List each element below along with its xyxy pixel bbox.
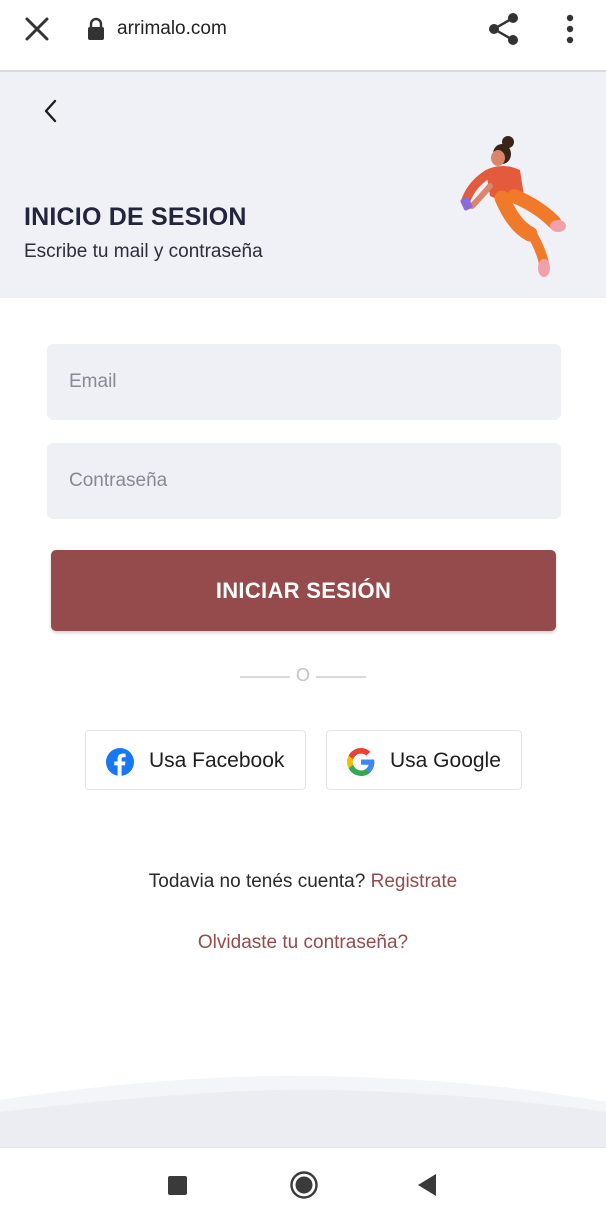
google-login-button[interactable]: Usa Google <box>326 730 522 790</box>
close-icon[interactable] <box>22 14 52 44</box>
browser-toolbar: arrimalo.com <box>0 0 606 72</box>
floating-person-illustration <box>460 136 566 277</box>
signup-link[interactable]: Registrate <box>371 871 458 892</box>
forgot-password-link[interactable]: Olvidaste tu contraseña? <box>0 932 606 954</box>
back-icon[interactable] <box>416 1172 438 1198</box>
page-header: INICIO DE SESION Escribe tu mail y contr… <box>0 72 606 298</box>
home-icon[interactable] <box>289 1170 319 1200</box>
password-field[interactable] <box>47 443 561 519</box>
google-icon <box>347 748 375 776</box>
recents-icon[interactable] <box>168 1176 187 1195</box>
email-field[interactable] <box>47 344 561 420</box>
facebook-button-label: Usa Facebook <box>149 749 285 772</box>
facebook-login-button[interactable]: Usa Facebook <box>85 730 306 790</box>
share-icon[interactable] <box>486 12 522 46</box>
footer-wave-decoration <box>0 1075 606 1148</box>
facebook-icon <box>106 748 134 776</box>
page-subtitle: Escribe tu mail y contraseña <box>24 241 263 262</box>
lock-icon <box>88 17 104 40</box>
divider-text: O <box>295 665 310 685</box>
signup-row: Todavia no tenés cuenta? Registrate <box>0 871 606 893</box>
login-button[interactable]: INICIAR SESIÓN <box>51 550 556 631</box>
page-title: INICIO DE SESION <box>24 203 247 231</box>
google-button-label: Usa Google <box>390 749 501 772</box>
system-navigation-bar <box>0 1147 606 1219</box>
or-divider: O <box>240 665 366 687</box>
signup-prompt: Todavia no tenés cuenta? <box>148 871 366 892</box>
more-vert-icon[interactable] <box>558 12 582 46</box>
url-text[interactable]: arrimalo.com <box>117 18 227 40</box>
back-chevron-icon[interactable] <box>38 96 64 126</box>
